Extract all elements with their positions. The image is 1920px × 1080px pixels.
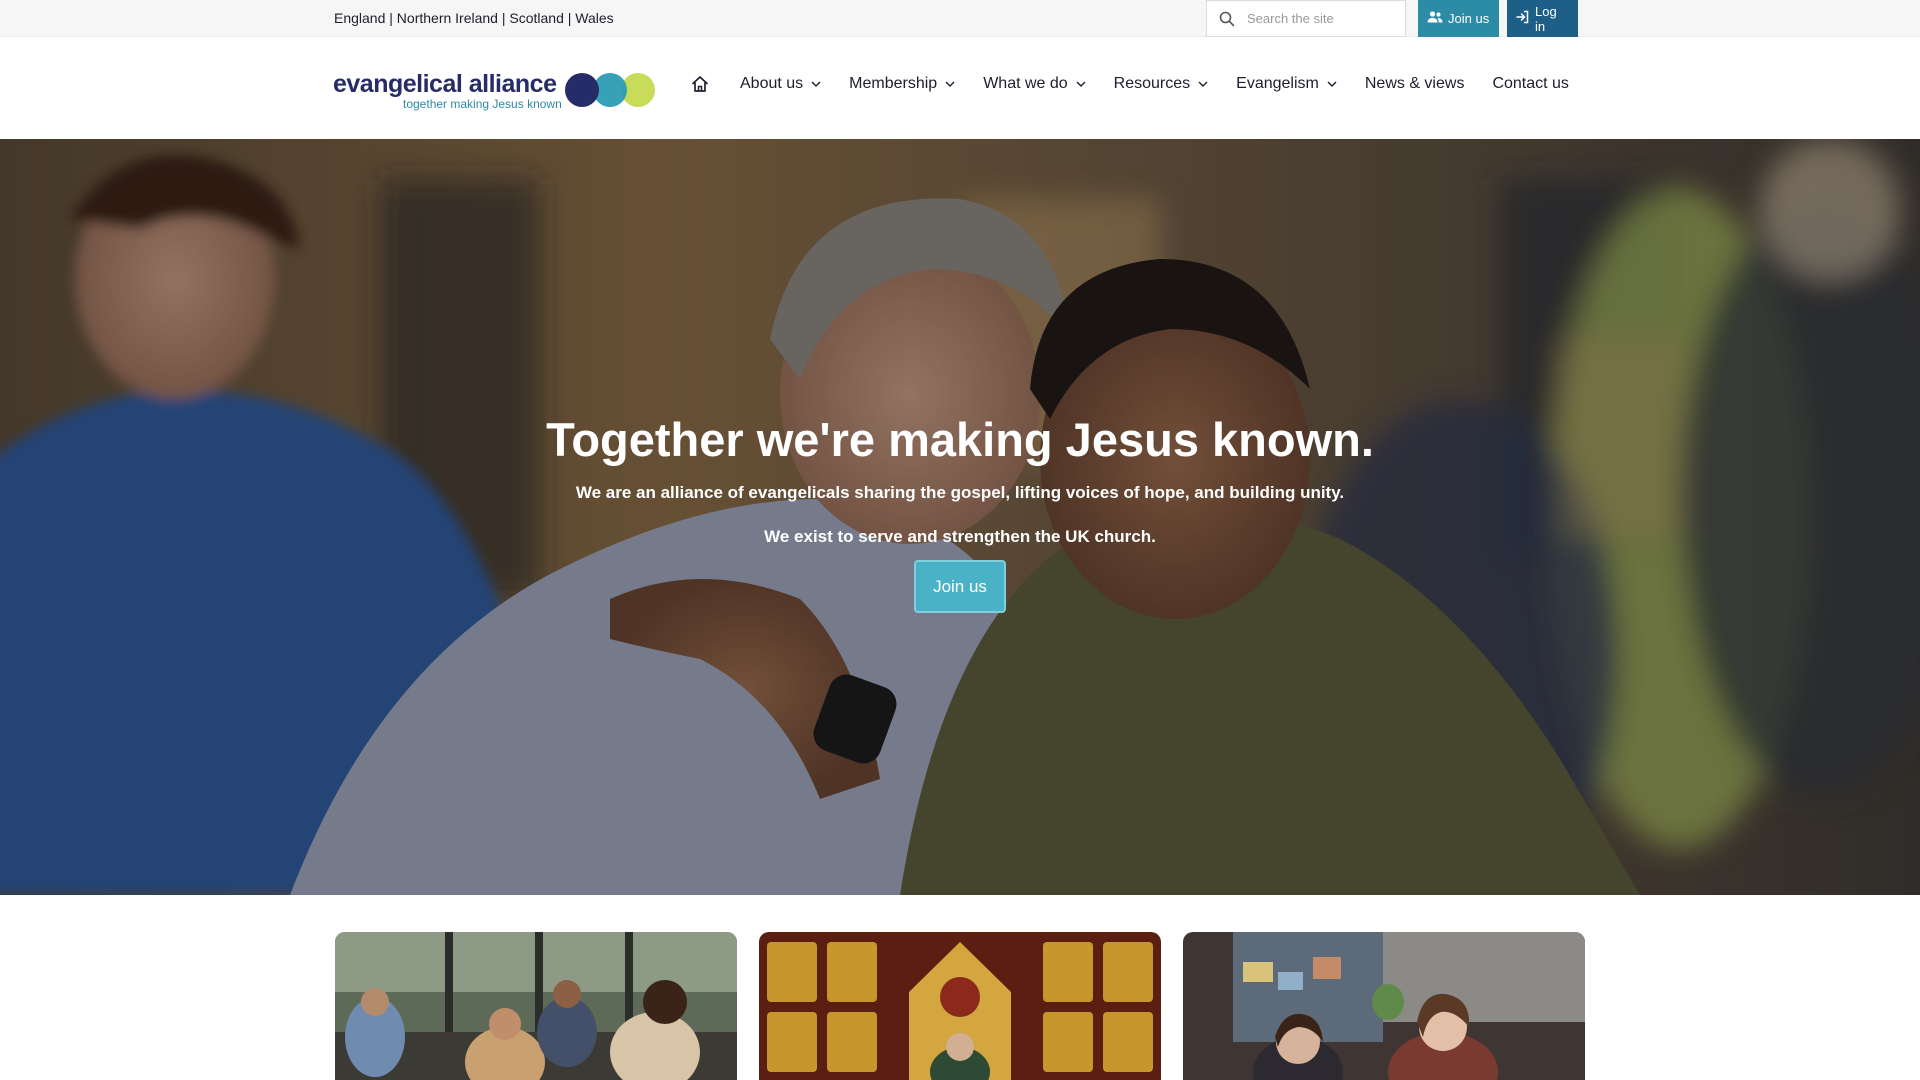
nav-item-label: What we do <box>983 75 1068 92</box>
home-icon[interactable] <box>690 74 710 94</box>
chevron-down-icon <box>811 81 821 87</box>
nav-item-label: Contact us <box>1492 75 1569 92</box>
hero-subtitle: We are an alliance of evangelicals shari… <box>575 483 1345 502</box>
nav-item-about-us[interactable]: About us <box>740 75 821 93</box>
main-nav: About us Membership What we do Resources… <box>690 73 1569 95</box>
card-image-cafe <box>335 932 737 1080</box>
nav-item-what-we-do[interactable]: What we do <box>983 75 1086 93</box>
feature-card[interactable] <box>1183 932 1585 1080</box>
search-input[interactable] <box>1247 11 1397 26</box>
chevron-down-icon <box>1076 81 1086 87</box>
nations-links[interactable]: England | Northern Ireland | Scotland | … <box>334 10 614 26</box>
chevron-down-icon <box>1198 81 1208 87</box>
users-icon <box>1427 10 1443 27</box>
site-logo[interactable]: evangelical alliance together making Jes… <box>333 70 655 112</box>
hero-title: Together we're making Jesus known. <box>546 413 1374 466</box>
nav-item-news-views[interactable]: News & views <box>1365 75 1465 93</box>
log-in-button[interactable]: Log in <box>1507 0 1578 37</box>
nav-item-contact-us[interactable]: Contact us <box>1492 75 1568 93</box>
feature-card[interactable] <box>759 932 1161 1080</box>
nav-item-evangelism[interactable]: Evangelism <box>1236 75 1337 93</box>
nav-item-label: News & views <box>1364 75 1465 92</box>
nav-item-label: Evangelism <box>1236 75 1319 92</box>
chevron-down-icon <box>1327 81 1337 87</box>
nav-item-label: Resources <box>1113 75 1191 92</box>
nav-item-label: Membership <box>849 75 938 92</box>
site-header: evangelical alliance together making Jes… <box>0 37 1920 139</box>
chevron-down-icon <box>945 81 955 87</box>
search-icon <box>1219 11 1235 27</box>
join-us-label: Join us <box>1448 11 1490 26</box>
logo-circles-icon <box>565 73 655 107</box>
utility-bar: England | Northern Ireland | Scotland | … <box>0 0 1920 37</box>
nav-item-label: About us <box>740 75 804 92</box>
feature-card[interactable] <box>335 932 737 1080</box>
search-box[interactable] <box>1206 0 1406 37</box>
nav-item-membership[interactable]: Membership <box>849 75 955 93</box>
log-in-label: Log in <box>1535 3 1557 34</box>
hero-overlay <box>0 139 1920 895</box>
sign-in-icon <box>1516 10 1530 27</box>
nav-item-resources[interactable]: Resources <box>1114 75 1208 93</box>
hero-mission: We exist to serve and strengthen the UK … <box>764 527 1156 546</box>
join-us-button[interactable]: Join us <box>1418 0 1499 37</box>
hero-banner: Together we're making Jesus known. We ar… <box>0 139 1920 895</box>
feature-cards <box>0 895 1920 1080</box>
card-image-young-people <box>1183 932 1585 1080</box>
logo-name: evangelical alliance <box>333 70 557 98</box>
logo-tagline: together making Jesus known <box>403 97 562 111</box>
hero-join-us-button[interactable]: Join us <box>914 560 1006 613</box>
card-image-throne <box>759 932 1161 1080</box>
